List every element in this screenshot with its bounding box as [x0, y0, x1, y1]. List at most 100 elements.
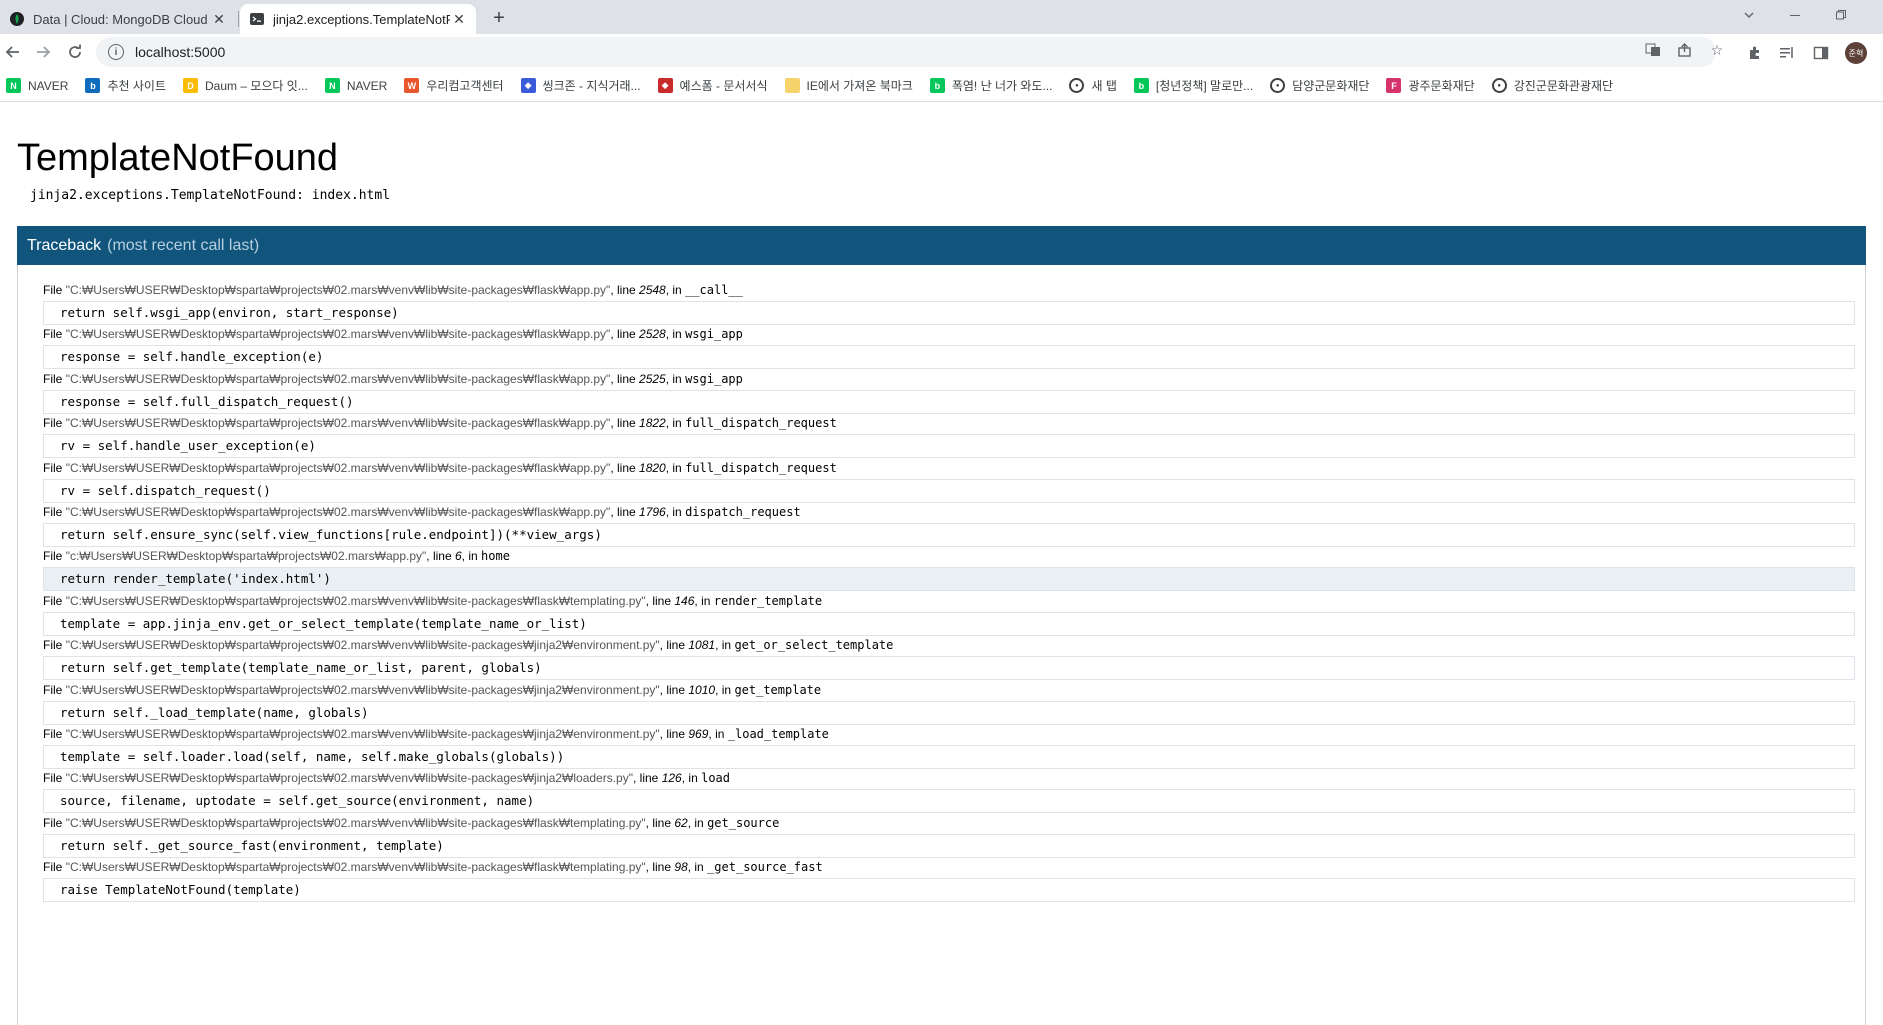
bookmark-item[interactable]: b [청년정책] 말로만... — [1133, 77, 1253, 94]
bookmark-label: NAVER — [28, 78, 69, 93]
reload-icon[interactable] — [62, 39, 88, 65]
frame-source-line[interactable]: return render_template('index.html') — [43, 567, 1855, 592]
frame-function: _get_source_fast — [707, 860, 823, 875]
gwangju-icon: F — [1386, 78, 1402, 93]
new-tab-button[interactable]: + — [486, 5, 512, 31]
bookmark-item[interactable]: W 우리컴고객센터 — [404, 77, 504, 94]
tab-separator — [238, 11, 239, 27]
globe-icon: ● — [1270, 78, 1286, 93]
frame-source-line[interactable]: return self.get_template(template_name_o… — [43, 656, 1855, 681]
bookmark-item[interactable]: ● 새 탭 — [1069, 77, 1117, 94]
tab-search-icon[interactable] — [1726, 0, 1772, 30]
tab-mongodb[interactable]: Data | Cloud: MongoDB Cloud ✕ — [0, 4, 236, 34]
mongodb-leaf-icon — [10, 12, 24, 26]
line-label: line — [616, 327, 636, 342]
translate-icon[interactable] — [1644, 41, 1662, 59]
frame-source-line[interactable]: response = self.handle_exception(e) — [43, 345, 1855, 370]
frame-function: dispatch_request — [685, 505, 801, 519]
yesform-icon: ◆ — [657, 78, 673, 93]
tab-traceback[interactable]: jinja2.exceptions.TemplateNotFound ✕ — [240, 4, 476, 34]
frame-location: File "C:₩Users₩USER₩Desktop₩sparta₩proje… — [43, 727, 829, 741]
blog-icon: b — [929, 78, 945, 93]
frame-source-line[interactable]: source, filename, uptodate = self.get_so… — [43, 789, 1855, 814]
bookmark-item[interactable]: F 광주문화재단 — [1386, 77, 1475, 94]
share-icon[interactable] — [1676, 41, 1694, 59]
globe-icon: ● — [1069, 78, 1085, 93]
bookmark-item[interactable]: D Daum – 모으다 잇... — [183, 77, 308, 94]
in-label: in — [694, 860, 704, 875]
bookmark-star-icon[interactable]: ☆ — [1708, 41, 1726, 59]
restore-icon[interactable] — [1818, 0, 1864, 30]
frame-function: full_dispatch_request — [685, 460, 837, 475]
bookmark-item[interactable]: IE에서 가져온 북마크 — [784, 77, 913, 94]
close-icon[interactable]: ✕ — [450, 10, 468, 28]
traceback-header: Traceback (most recent call last) — [17, 226, 1866, 265]
frame-source-line[interactable]: template = app.jinja_env.get_or_select_t… — [43, 611, 1855, 636]
frame-location: File "C:₩Users₩USER₩Desktop₩sparta₩proje… — [43, 593, 823, 608]
frame-function: get_or_select_template — [734, 638, 894, 653]
side-panel-icon[interactable] — [1811, 43, 1831, 63]
url-text[interactable]: localhost:5000 — [135, 44, 225, 60]
frame-source-line[interactable]: return self._load_template(name, globals… — [43, 700, 1855, 725]
bookmark-label: Daum – 모으다 잇... — [205, 79, 308, 93]
frame-function: _load_template — [727, 727, 829, 741]
frame-filename: "C:₩Users₩USER₩Desktop₩sparta₩projects₩0… — [65, 860, 646, 875]
bookmark-item[interactable]: ◆ 예스폼 - 문서서식 — [657, 77, 768, 94]
file-label: File — [43, 682, 63, 697]
in-label: in — [672, 327, 682, 342]
bookmark-item[interactable]: b 추천 사이트 — [85, 77, 166, 94]
in-label: in — [688, 771, 698, 786]
reading-list-icon[interactable] — [1777, 43, 1797, 63]
traceback-frame: File "C:₩Users₩USER₩Desktop₩sparta₩proje… — [43, 859, 1855, 903]
in-label: in — [721, 638, 732, 653]
traceback-frame: File "C:₩Users₩USER₩Desktop₩sparta₩proje… — [43, 770, 1855, 814]
line-label: line — [666, 638, 686, 653]
minimize-icon[interactable] — [1772, 0, 1818, 30]
frame-filename: "C:₩Users₩USER₩Desktop₩sparta₩projects₩0… — [65, 416, 611, 431]
folder-icon — [784, 78, 800, 93]
frame-source-line[interactable]: raise TemplateNotFound(template) — [43, 878, 1855, 903]
close-icon[interactable]: ✕ — [210, 10, 228, 28]
forward-icon[interactable] — [30, 39, 56, 65]
line-label: line — [616, 371, 636, 386]
in-label: in — [672, 283, 682, 297]
file-label: File — [43, 771, 63, 786]
traceback-frame: File "C:₩Users₩USER₩Desktop₩sparta₩proje… — [43, 282, 1855, 325]
bookmark-item[interactable]: ● 담양군문화재단 — [1270, 77, 1369, 94]
frame-source-line[interactable]: rv = self.dispatch_request() — [43, 478, 1855, 503]
globe-icon: ● — [1491, 78, 1507, 93]
frame-source-line[interactable]: return self.wsgi_app(environ, start_resp… — [43, 301, 1855, 325]
bookmark-item[interactable]: N NAVER — [6, 78, 68, 93]
frame-function: get_source — [707, 815, 780, 830]
bookmark-item[interactable]: N NAVER — [324, 78, 387, 93]
frame-line-number: 1822 — [639, 416, 666, 431]
bookmark-label: 우리컴고객센터 — [426, 79, 504, 93]
frame-source-line[interactable]: template = self.loader.load(self, name, … — [43, 745, 1855, 769]
frame-source-line[interactable]: response = self.full_dispatch_request() — [43, 389, 1855, 414]
bookmark-label: 담양군문화재단 — [1292, 79, 1370, 93]
naver-icon: N — [6, 78, 21, 93]
frame-source-line[interactable]: return self.ensure_sync(self.view_functi… — [43, 523, 1855, 547]
frame-location: File "c:₩Users₩USER₩Desktop₩sparta₩proje… — [43, 549, 510, 564]
frame-source-line[interactable]: return self._get_source_fast(environment… — [43, 833, 1855, 858]
frame-line-number: 2548 — [639, 283, 666, 297]
bookmark-item[interactable]: ● 강진군문화관광재단 — [1491, 77, 1613, 94]
back-icon[interactable] — [0, 39, 26, 65]
extensions-icon[interactable] — [1745, 43, 1765, 63]
frame-source-line[interactable]: rv = self.handle_user_exception(e) — [43, 434, 1855, 459]
line-label: line — [616, 505, 636, 519]
bookmark-item[interactable]: b 폭염! 난 너가 와도... — [929, 77, 1052, 94]
frame-function: get_template — [734, 682, 822, 697]
bookmark-label: IE에서 가져온 북마크 — [806, 79, 913, 93]
in-label: in — [468, 549, 478, 564]
frame-filename: "C:₩Users₩USER₩Desktop₩sparta₩projects₩0… — [65, 638, 660, 653]
site-info-icon[interactable]: i — [108, 44, 124, 60]
file-label: File — [43, 283, 63, 297]
address-bar[interactable]: i localhost:5000 — [96, 37, 1716, 67]
frame-filename: "C:₩Users₩USER₩Desktop₩sparta₩projects₩0… — [65, 327, 611, 342]
profile-avatar[interactable]: 준혁 — [1845, 42, 1867, 64]
thinkzone-icon: ◆ — [520, 78, 536, 93]
frame-filename: "C:₩Users₩USER₩Desktop₩sparta₩projects₩0… — [65, 771, 633, 786]
traceback-frame: File "C:₩Users₩USER₩Desktop₩sparta₩proje… — [43, 682, 1855, 725]
bookmark-item[interactable]: ◆ 씽크존 - 지식거래... — [520, 77, 641, 94]
